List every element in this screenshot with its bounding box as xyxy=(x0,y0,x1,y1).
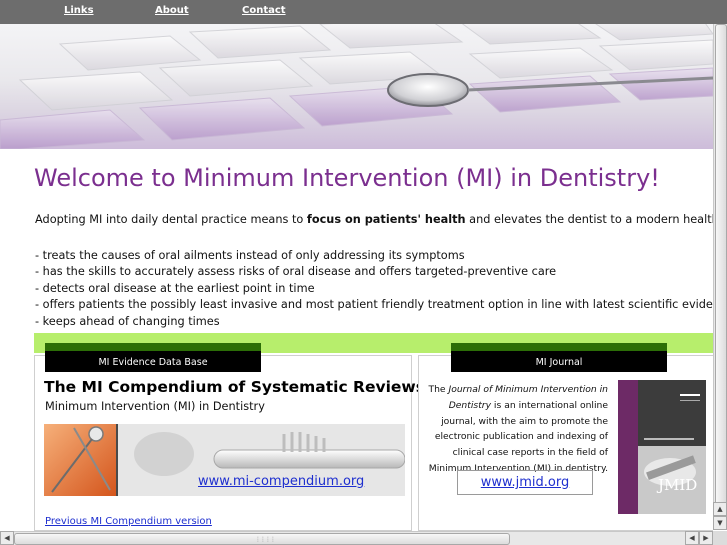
grip-icon: ⋮⋮⋮⋮ xyxy=(255,536,276,543)
arrow-right-icon: ▶ xyxy=(703,534,709,542)
mi-journal-tab-label: MI Journal xyxy=(535,357,583,368)
scroll-right-button[interactable]: ▶ xyxy=(699,531,713,545)
list-item: - has the skills to accurately assess ri… xyxy=(35,265,557,279)
journal-description: The Journal of Minimum Intervention in D… xyxy=(426,382,608,477)
compendium-title: The MI Compendium of Systematic Reviews xyxy=(44,378,425,396)
vertical-scroll-thumb[interactable] xyxy=(715,24,727,524)
arrow-up-icon: ▲ xyxy=(717,505,723,513)
list-item: - detects oral disease at the earliest p… xyxy=(35,281,315,295)
scroll-left-button-secondary[interactable]: ◀ xyxy=(685,531,699,545)
scroll-down-button[interactable]: ▼ xyxy=(713,516,727,530)
nav-link-links[interactable]: Links xyxy=(64,5,94,16)
banner-keyboard-graphic xyxy=(0,24,713,149)
page-title: Welcome to Minimum Intervention (MI) in … xyxy=(34,164,660,192)
scroll-up-button[interactable]: ▲ xyxy=(713,502,727,516)
horizontal-scroll-thumb[interactable]: ⋮⋮⋮⋮ xyxy=(14,533,510,545)
list-item: - treats the causes of oral ailments ins… xyxy=(35,249,465,262)
header-banner-image xyxy=(0,24,713,149)
evidence-database-tab: MI Evidence Data Base xyxy=(45,343,261,372)
arrow-down-icon: ▼ xyxy=(717,519,723,527)
evidence-database-tab-label: MI Evidence Data Base xyxy=(98,357,208,368)
top-nav-bar: Links About Contact xyxy=(0,0,727,24)
intro-text-emphasis: focus on patients' health xyxy=(306,213,466,226)
jmid-cover-label: JMID xyxy=(658,476,698,494)
list-item: - offers patients the possibly least inv… xyxy=(35,298,727,312)
arrow-left-icon: ◀ xyxy=(4,534,10,542)
horizontal-scrollbar[interactable]: ⋮⋮⋮⋮ xyxy=(0,531,713,545)
vertical-scrollbar[interactable] xyxy=(713,24,727,530)
arrow-left-icon: ◀ xyxy=(689,534,695,542)
intro-text-start: Adopting MI into daily dental practice m… xyxy=(35,213,307,226)
journal-cover-image: JMID xyxy=(618,380,706,514)
journal-text-start: The xyxy=(428,384,449,395)
mi-compendium-link[interactable]: www.mi-compendium.org xyxy=(198,474,364,489)
benefits-list: - treats the causes of oral ailments ins… xyxy=(35,248,727,330)
scroll-left-button[interactable]: ◀ xyxy=(0,531,14,545)
compendium-subtitle: Minimum Intervention (MI) in Dentistry xyxy=(45,400,265,413)
list-item: - keeps ahead of changing times xyxy=(35,314,220,328)
intro-text-end: and elevates the dentist to a modern hea… xyxy=(469,213,713,226)
scrollbar-corner xyxy=(713,531,727,545)
intro-paragraph: Adopting MI into daily dental practice m… xyxy=(35,213,713,226)
nav-link-contact[interactable]: Contact xyxy=(242,5,286,16)
jmid-link-box: www.jmid.org xyxy=(457,470,593,495)
previous-compendium-link[interactable]: Previous MI Compendium version xyxy=(45,516,212,527)
nav-link-about[interactable]: About xyxy=(155,5,189,16)
mi-journal-tab: MI Journal xyxy=(451,343,667,372)
jmid-link[interactable]: www.jmid.org xyxy=(481,475,569,490)
